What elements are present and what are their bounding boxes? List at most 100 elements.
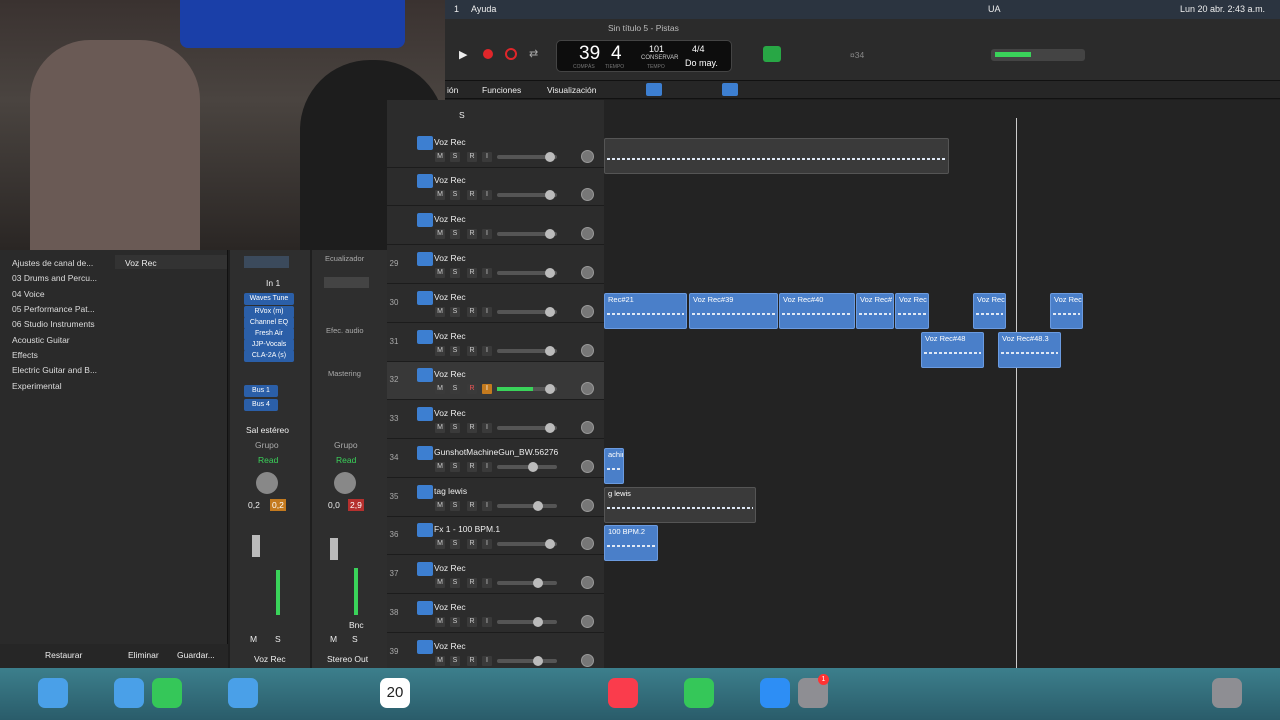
track-record-button[interactable]: R bbox=[467, 423, 477, 433]
track-record-button[interactable]: R bbox=[467, 656, 477, 666]
finder-icon[interactable] bbox=[38, 678, 68, 708]
track-record-button[interactable]: R bbox=[467, 229, 477, 239]
library-item[interactable]: Effects bbox=[12, 350, 38, 360]
library-item[interactable]: 06 Studio Instruments bbox=[12, 319, 95, 329]
track-input-button[interactable]: I bbox=[482, 578, 492, 588]
library-item[interactable]: 05 Performance Pat... bbox=[12, 304, 95, 314]
messages-icon[interactable] bbox=[152, 678, 182, 708]
track-mute-button[interactable]: M bbox=[435, 539, 445, 549]
track-pan-knob[interactable] bbox=[581, 382, 594, 395]
audio-region[interactable]: g lewis bbox=[604, 487, 756, 523]
track-pan-knob[interactable] bbox=[581, 460, 594, 473]
track-mute-button[interactable]: M bbox=[435, 578, 445, 588]
track-pan-knob[interactable] bbox=[581, 499, 594, 512]
track-header[interactable]: Voz Rec M S R I bbox=[387, 130, 604, 168]
track-mute-button[interactable]: M bbox=[435, 346, 445, 356]
track-header[interactable]: 29 Voz Rec M S R I bbox=[387, 246, 604, 284]
group-slot[interactable]: Grupo bbox=[334, 440, 358, 450]
track-input-button[interactable]: I bbox=[482, 190, 492, 200]
view-toggle-icon[interactable] bbox=[646, 83, 662, 96]
track-volume-fader[interactable] bbox=[497, 578, 557, 588]
fader-knob[interactable] bbox=[545, 384, 555, 394]
track-solo-button[interactable]: S bbox=[450, 346, 460, 356]
track-name[interactable]: Voz Rec bbox=[434, 292, 466, 302]
track-input-button[interactable]: I bbox=[482, 423, 492, 433]
track-header[interactable]: Voz Rec M S R I bbox=[387, 207, 604, 245]
track-name[interactable]: Voz Rec bbox=[434, 369, 466, 379]
fader-knob[interactable] bbox=[528, 462, 538, 472]
audio-region[interactable]: Voz Rec bbox=[895, 293, 929, 329]
bounce-button[interactable]: Bnc bbox=[349, 620, 364, 630]
track-solo-button[interactable]: S bbox=[450, 462, 460, 472]
track-record-button[interactable]: R bbox=[467, 307, 477, 317]
track-solo-button[interactable]: S bbox=[450, 384, 460, 394]
track-input-button[interactable]: I bbox=[482, 152, 492, 162]
app-store-icon[interactable] bbox=[760, 678, 790, 708]
track-volume-fader[interactable] bbox=[497, 617, 557, 627]
track-name[interactable]: Voz Rec bbox=[434, 331, 466, 341]
eq-thumbnail[interactable] bbox=[244, 256, 289, 268]
library-item[interactable]: Ajustes de canal de... bbox=[12, 258, 93, 268]
track-mute-button[interactable]: M bbox=[435, 190, 445, 200]
audio-region[interactable]: Voz Rec#48.3 bbox=[998, 332, 1061, 368]
fader-knob[interactable] bbox=[545, 423, 555, 433]
lcd-display[interactable]: 39 4 COMPÁS TIEMPO 101 CONSERVAR TEMPO 4… bbox=[556, 40, 732, 72]
delete-button[interactable]: Eliminar bbox=[128, 650, 159, 660]
mute-button[interactable]: M bbox=[330, 634, 337, 644]
track-record-button[interactable]: R bbox=[467, 578, 477, 588]
master-volume[interactable] bbox=[991, 49, 1085, 61]
track-name[interactable]: Voz Rec bbox=[434, 175, 466, 185]
catch-icon[interactable] bbox=[722, 83, 738, 96]
group-slot[interactable]: Grupo bbox=[255, 440, 279, 450]
solo-button[interactable]: S bbox=[352, 634, 358, 644]
track-solo-button[interactable]: S bbox=[450, 539, 460, 549]
track-pan-knob[interactable] bbox=[581, 150, 594, 163]
track-mute-button[interactable]: M bbox=[435, 423, 445, 433]
track-record-button[interactable]: R bbox=[467, 384, 477, 394]
track-name[interactable]: Voz Rec bbox=[434, 253, 466, 263]
link-icon[interactable] bbox=[324, 277, 369, 288]
menu-edit[interactable]: ión bbox=[447, 85, 458, 95]
audio-region[interactable]: Voz Rec# bbox=[856, 293, 894, 329]
track-header[interactable]: Voz Rec M S R I bbox=[387, 168, 604, 206]
pan-knob[interactable] bbox=[256, 472, 278, 494]
track-name[interactable]: tag lewis bbox=[434, 486, 467, 496]
count-in[interactable]: ¤34 bbox=[850, 50, 864, 60]
track-name[interactable]: Fx 1 - 100 BPM.1 bbox=[434, 524, 500, 534]
fader-knob[interactable] bbox=[545, 307, 555, 317]
volume-fader[interactable] bbox=[252, 535, 260, 557]
fader-knob[interactable] bbox=[533, 617, 543, 627]
track-pan-knob[interactable] bbox=[581, 227, 594, 240]
play-icon[interactable]: ▶ bbox=[459, 48, 467, 61]
track-pan-knob[interactable] bbox=[581, 305, 594, 318]
track-pan-knob[interactable] bbox=[581, 615, 594, 628]
plugin-slot[interactable]: Waves Tune bbox=[244, 293, 294, 305]
track-input-button[interactable]: I bbox=[482, 307, 492, 317]
track-header[interactable]: 35 tag lewis M S R I bbox=[387, 479, 604, 517]
selected-patch[interactable]: Voz Rec bbox=[125, 258, 157, 268]
input-slot[interactable]: In 1 bbox=[266, 278, 280, 288]
audio-region[interactable]: Voz Rec bbox=[973, 293, 1006, 329]
metronome-icon[interactable] bbox=[763, 46, 781, 62]
track-name[interactable]: Voz Rec bbox=[434, 641, 466, 651]
system-settings-icon[interactable]: 1 bbox=[798, 674, 829, 708]
track-volume-fader[interactable] bbox=[497, 190, 557, 200]
track-mute-button[interactable]: M bbox=[435, 307, 445, 317]
input-language[interactable]: UA bbox=[988, 4, 1001, 14]
track-record-button[interactable]: R bbox=[467, 268, 477, 278]
track-volume-fader[interactable] bbox=[497, 656, 557, 666]
library-item[interactable]: 03 Drums and Percu... bbox=[12, 273, 97, 283]
replace-record-icon[interactable] bbox=[505, 48, 517, 60]
safari-icon[interactable] bbox=[114, 678, 144, 708]
track-volume-fader[interactable] bbox=[497, 229, 557, 239]
track-name[interactable]: Voz Rec bbox=[434, 137, 466, 147]
record-icon[interactable] bbox=[483, 49, 493, 59]
track-input-button[interactable]: I bbox=[482, 617, 492, 627]
track-solo-button[interactable]: S bbox=[450, 501, 460, 511]
calendar-icon[interactable]: 20 bbox=[380, 678, 410, 708]
track-pan-knob[interactable] bbox=[581, 576, 594, 589]
menu-help[interactable]: Ayuda bbox=[471, 4, 496, 14]
eq-label[interactable]: Ecualizador bbox=[325, 254, 364, 263]
track-header[interactable]: 37 Voz Rec M S R I bbox=[387, 556, 604, 594]
send-slot[interactable]: Bus 4 bbox=[244, 399, 278, 411]
